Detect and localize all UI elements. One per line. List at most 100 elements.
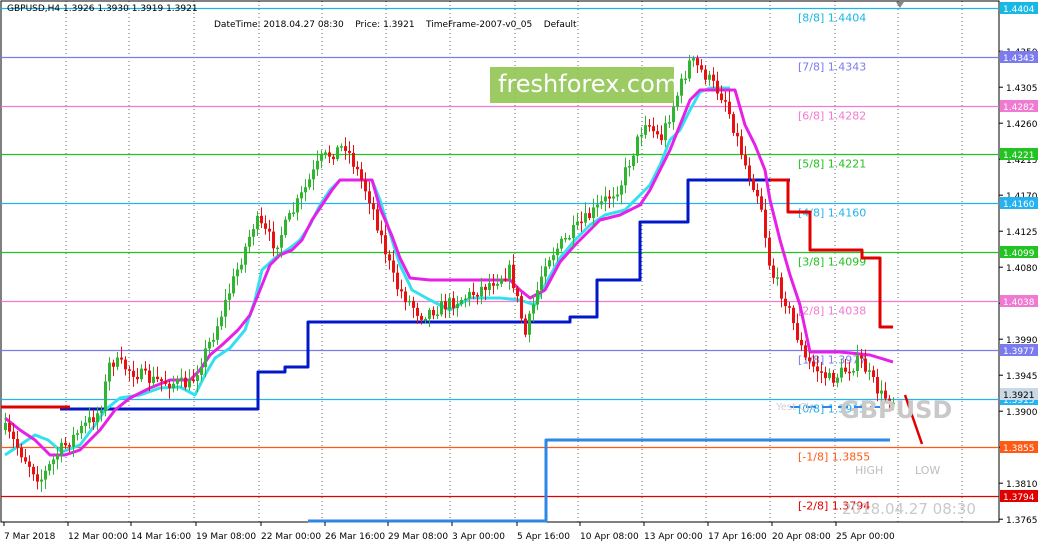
candle-body (352, 152, 355, 167)
candle-body (324, 152, 327, 155)
candle-body (652, 126, 655, 132)
candle-body (172, 383, 175, 388)
candle-body (372, 203, 375, 210)
price-badge-label: 1.4160 (1003, 200, 1035, 210)
price-badge-label: 1.3855 (1003, 444, 1035, 454)
candle-body (348, 150, 351, 153)
candle-body (776, 277, 779, 279)
candle-body (176, 379, 179, 384)
candle-body (800, 339, 803, 346)
candle-body (272, 231, 275, 249)
info-line: DateTime: 2018.04.27 08:30 Price: 1.3921… (214, 20, 577, 30)
candle-body (704, 69, 707, 80)
candle-body (836, 377, 839, 383)
candle-body (508, 264, 511, 280)
candle-body (168, 383, 171, 388)
candle-body (740, 136, 743, 156)
candle-body (84, 422, 87, 426)
candle-body (144, 368, 147, 371)
candle-body (356, 166, 359, 170)
candle-body (828, 372, 831, 379)
candle-body (412, 300, 415, 308)
candle-body (428, 309, 431, 319)
candle-body (164, 381, 167, 384)
candle-body (612, 196, 615, 199)
candle-body (88, 417, 91, 423)
candle-body (40, 479, 43, 482)
candle-body (112, 362, 115, 367)
candle-body (240, 264, 243, 270)
candle-body (28, 461, 31, 467)
candle-body (860, 355, 863, 359)
candle-body (52, 459, 55, 465)
murrey-level-label: [5/8] 1.4221 (798, 158, 866, 171)
candle-body (44, 470, 47, 480)
candle-body (312, 169, 315, 180)
candle-body (120, 357, 123, 360)
time-tick-label: 5 Apr 16:00 (517, 532, 570, 542)
price-tick-label: 1.3900 (1006, 408, 1038, 418)
candle-body (264, 223, 267, 229)
candle-body (604, 196, 607, 202)
candle-body (136, 376, 139, 380)
candle-body (488, 283, 491, 290)
price-tick-label: 1.3945 (1006, 372, 1038, 382)
candle-body (332, 156, 335, 160)
chart-window[interactable]: [8/8] 1.4404 [7/8] 1.4343 [6/8] 1.4282 [5/8… (0, 0, 1043, 548)
time-axis: 7 Mar 2018 12 Mar 00:00 14 Mar 16:00 19 Mar… (3, 522, 895, 542)
symbol-watermark: GBPUSD (840, 396, 953, 424)
candle-body (568, 237, 571, 240)
candle-body (516, 288, 519, 297)
candle-body (148, 370, 151, 383)
candle-body (216, 326, 219, 340)
candle-body (672, 106, 675, 123)
candle-body (220, 316, 223, 327)
candle-body (764, 209, 767, 238)
candle-body (584, 213, 587, 223)
candle-body (796, 323, 799, 340)
candle-body (128, 369, 131, 371)
candle-body (108, 362, 111, 382)
candle-body (848, 371, 851, 374)
candle-body (252, 229, 255, 237)
candle-body (756, 189, 759, 197)
candle-body (152, 376, 155, 383)
candle-body (288, 213, 291, 220)
candle-body (732, 114, 735, 133)
candle-body (748, 165, 751, 179)
candle-body (344, 146, 347, 151)
candle-body (404, 291, 407, 303)
candle-body (124, 359, 127, 370)
candle-body (448, 298, 451, 310)
candle-body (664, 123, 667, 141)
candle-body (616, 194, 619, 197)
murrey-level-label: [2/8] 1.4038 (798, 305, 866, 318)
candle-body (4, 423, 7, 430)
candle-body (284, 219, 287, 236)
candle-body (636, 136, 639, 156)
candle-body (384, 235, 387, 255)
candle-body (656, 131, 659, 135)
candle-body (668, 122, 671, 124)
current-price-badge-label: 1.3921 (1003, 391, 1035, 401)
candle-body (680, 78, 683, 96)
candle-body (640, 134, 643, 137)
price-tick-label: 1.3810 (1006, 480, 1038, 490)
candle-body (196, 374, 199, 382)
candle-body (492, 283, 495, 286)
candle-body (620, 185, 623, 195)
candle-body (228, 293, 231, 300)
price-tick-label: 1.4080 (1006, 264, 1038, 274)
candle-body (804, 345, 807, 358)
time-tick-label: 22 Mar 00:00 (261, 532, 321, 542)
candle-body (452, 298, 455, 309)
candle-body (204, 348, 207, 368)
candle-body (256, 215, 259, 230)
candle-body (236, 269, 239, 277)
price-badge-label: 1.4404 (1003, 5, 1035, 15)
candle-body (600, 201, 603, 205)
candle-body (832, 372, 835, 383)
candle-body (816, 366, 819, 372)
candle-body (224, 299, 227, 317)
freshforex-watermark: freshforex.com (490, 67, 678, 103)
